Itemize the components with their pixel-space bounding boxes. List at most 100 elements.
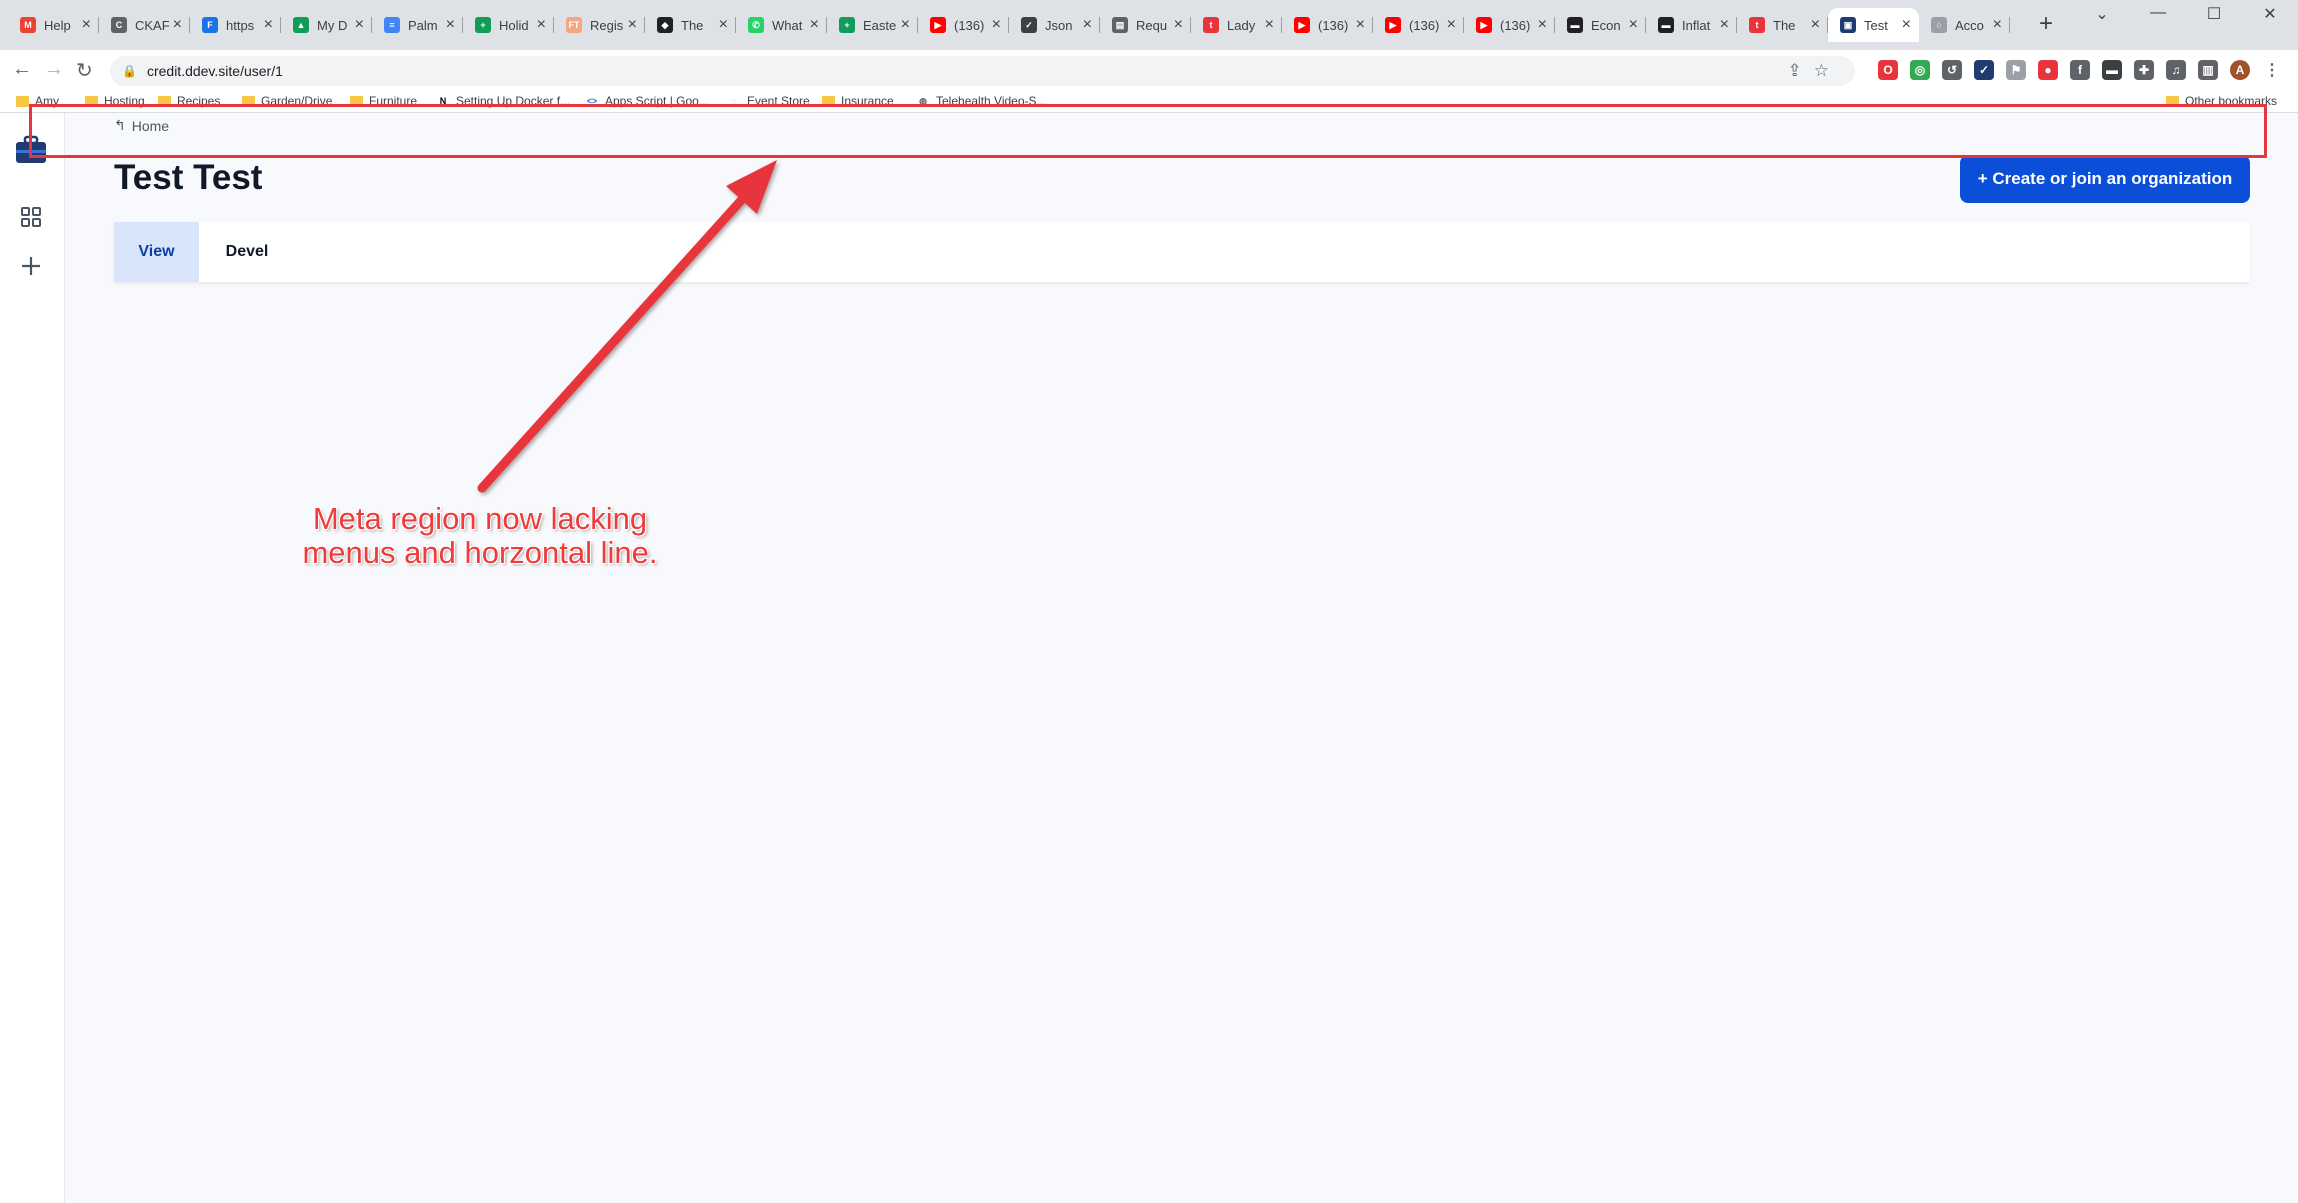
close-tab-icon[interactable]: × (1902, 17, 1911, 33)
sidepanel-icon[interactable]: ▥ (2198, 60, 2218, 80)
close-tab-icon[interactable]: × (446, 17, 455, 33)
tab-favicon-icon: + (839, 17, 855, 33)
create-organization-button[interactable]: + Create or join an organization (1960, 155, 2250, 203)
close-tab-icon[interactable]: × (264, 17, 273, 33)
close-tab-icon[interactable]: × (992, 17, 1001, 33)
browser-tab[interactable]: ▶ (136) × (1282, 8, 1373, 42)
tab-view[interactable]: View (114, 222, 199, 282)
browser-tab[interactable]: ▬ Econ × (1555, 8, 1646, 42)
browser-tab[interactable]: ▲ My D × (281, 8, 372, 42)
browser-tab[interactable]: Fhttps × (190, 8, 281, 42)
tab-title: Acco (1955, 17, 1984, 33)
close-tab-icon[interactable]: × (355, 17, 364, 33)
browser-tab[interactable]: ○ Acco × (1919, 8, 2010, 42)
chevron-down-icon[interactable]: ⌄ (2074, 4, 2130, 24)
back-icon[interactable]: ← (12, 58, 32, 81)
puzzle-icon[interactable]: ✚ (2134, 60, 2154, 80)
browser-tab[interactable]: t Lady × (1191, 8, 1282, 42)
browser-tab[interactable]: ▶ (136) × (918, 8, 1009, 42)
tab-title: Test (1864, 17, 1888, 33)
tab-favicon-icon: ▬ (1567, 17, 1583, 33)
tab-favicon-icon: + (475, 17, 491, 33)
star-icon[interactable]: ☆ (1814, 61, 1841, 80)
tab-favicon-icon: F (202, 17, 218, 33)
tab-title: (136) (1500, 17, 1531, 33)
browser-tab[interactable]: C CKAF × (99, 8, 190, 42)
url-text: credit.ddev.site/user/1 (146, 63, 283, 79)
tab-title: The (681, 17, 704, 33)
browser-tab[interactable]: + Holid × (463, 8, 554, 42)
close-tab-icon[interactable]: × (1265, 17, 1274, 33)
browser-tab[interactable]: ◆ The × (645, 8, 736, 42)
browser-tab[interactable]: FT Regis × (554, 8, 645, 42)
tab-favicon-icon: ▤ (1112, 17, 1128, 33)
tab-favicon-icon: ◆ (657, 17, 673, 33)
browser-tab[interactable]: ✓ Json × (1009, 8, 1100, 42)
flag-extension-icon[interactable]: ⚑ (2006, 60, 2026, 80)
tab-favicon-icon: ▶ (1476, 17, 1492, 33)
close-tab-icon[interactable]: × (1811, 17, 1820, 33)
close-tab-icon[interactable]: × (1720, 17, 1729, 33)
close-tab-icon[interactable]: × (1083, 17, 1092, 33)
browser-tab[interactable]: M Help × (8, 8, 99, 42)
tab-title: Regis (590, 17, 624, 33)
new-tab-icon[interactable]: + (2039, 10, 2053, 38)
close-tab-icon[interactable]: × (82, 17, 91, 33)
browser-tab[interactable]: ≡ Palm × (372, 8, 463, 42)
annotation-arrow (477, 160, 777, 493)
browser-tab[interactable]: ▶ (136) × (1464, 8, 1555, 42)
browser-tab[interactable]: ▶ (136) × (1373, 8, 1464, 42)
tab-favicon-icon: ▶ (930, 17, 946, 33)
opera-extension-icon[interactable]: O (1878, 60, 1898, 80)
close-tab-icon[interactable]: × (1629, 17, 1638, 33)
tab-title: My D (317, 17, 348, 33)
close-tab-icon[interactable]: × (1993, 17, 2002, 33)
annotation-line-1: Meta region now lacking (312, 501, 648, 536)
browser-tab[interactable]: ▬ Inflat × (1646, 8, 1737, 42)
tab-favicon-icon: M (20, 17, 36, 33)
folder-icon (16, 95, 29, 107)
tab-title: Lady (1227, 17, 1256, 33)
tab-title: Requ (1136, 17, 1168, 33)
browser-tab[interactable]: ▤ Requ × (1100, 8, 1191, 42)
add-icon[interactable] (20, 255, 42, 277)
browser-tab[interactable]: ✆ What × (736, 8, 827, 42)
dashboard-grid-icon[interactable] (20, 206, 42, 228)
browser-tab[interactable]: t The × (1737, 8, 1828, 42)
close-tab-icon[interactable]: × (1356, 17, 1365, 33)
profile-avatar[interactable]: A (2230, 60, 2250, 80)
check-extension-icon[interactable]: ✓ (1974, 60, 1994, 80)
red-extension-icon[interactable]: ● (2038, 60, 2058, 80)
tab-favicon-icon: ▶ (1294, 17, 1310, 33)
share-icon[interactable]: ⇪ (1788, 61, 1814, 80)
chrome-extension-icon[interactable]: ◎ (1910, 60, 1930, 80)
menu-kebab-icon[interactable]: ⋮ (2262, 60, 2282, 80)
reload-icon[interactable]: ↻ (76, 58, 93, 83)
tab-title: What (772, 17, 803, 33)
address-bar[interactable]: 🔒 credit.ddev.site/user/1 ⇪☆ (110, 56, 1855, 86)
sync-extension-icon[interactable]: ↺ (1942, 60, 1962, 80)
forward-icon[interactable]: → (44, 58, 64, 81)
media-icon[interactable]: ♫ (2166, 60, 2186, 80)
close-tab-icon[interactable]: × (173, 17, 182, 33)
close-tab-icon[interactable]: × (628, 17, 637, 33)
tab-devel[interactable]: Devel (199, 222, 295, 282)
close-tab-icon[interactable]: × (1447, 17, 1456, 33)
close-tab-icon[interactable]: × (1538, 17, 1547, 33)
app-sidebar (0, 113, 65, 1203)
browser-tab[interactable]: ▣ Test × (1828, 8, 1919, 42)
facebook-extension-icon[interactable]: f (2070, 60, 2090, 80)
minimize-icon[interactable]: — (2130, 4, 2186, 24)
close-window-icon[interactable]: ✕ (2242, 4, 2298, 24)
close-tab-icon[interactable]: × (1174, 17, 1183, 33)
extensions-area: O ◎ ↺ ✓ ⚑ ● f ▬ ✚ ♫ ▥ A ⋮ (1878, 52, 2282, 80)
tab-title: The (1773, 17, 1796, 33)
browser-tab[interactable]: + Easte × (827, 8, 918, 42)
close-tab-icon[interactable]: × (901, 17, 910, 33)
tab-title: (136) (1409, 17, 1440, 33)
close-tab-icon[interactable]: × (719, 17, 728, 33)
close-tab-icon[interactable]: × (810, 17, 819, 33)
maximize-icon[interactable]: ☐ (2186, 4, 2242, 24)
terminal-extension-icon[interactable]: ▬ (2102, 60, 2122, 80)
close-tab-icon[interactable]: × (537, 17, 546, 33)
